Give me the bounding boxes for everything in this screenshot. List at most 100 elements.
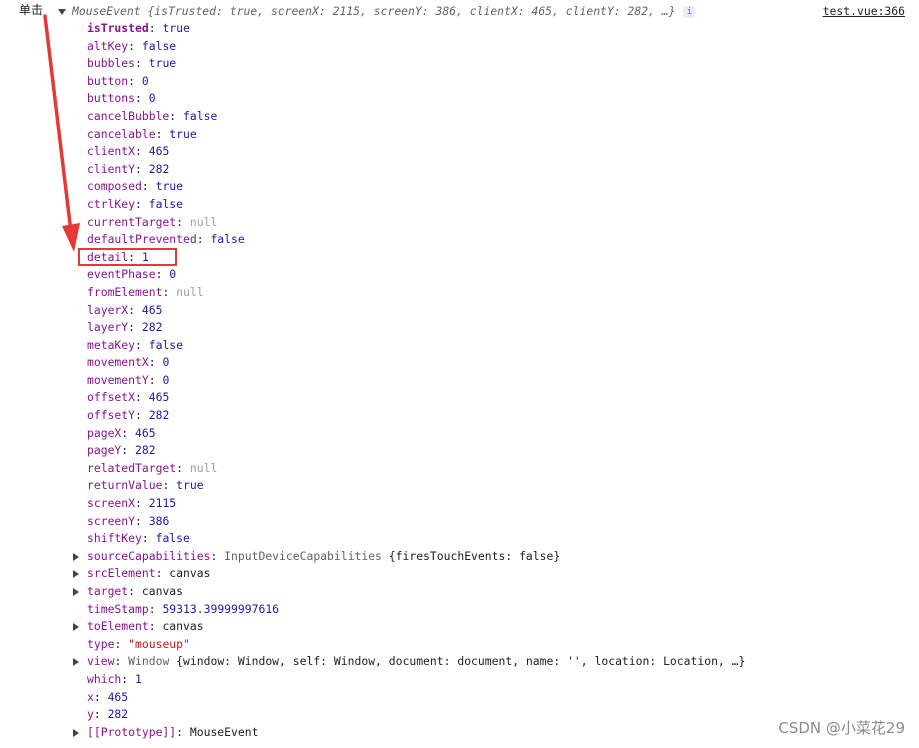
key-value-separator: : [148, 619, 163, 634]
key-value-separator: : [135, 56, 149, 71]
property-row-which: which: 1 [72, 671, 745, 689]
property-key: defaultPrevented [87, 232, 197, 247]
property-key: which [87, 671, 122, 686]
expand-triangle-icon[interactable] [73, 728, 79, 737]
property-value: 465 [148, 144, 170, 159]
key-value-separator: : [148, 372, 163, 387]
property-key: sourceCapabilities [87, 548, 211, 563]
property-key: movementX [87, 355, 149, 370]
property-value: canvas [141, 584, 184, 598]
property-key: ctrlKey [87, 196, 136, 211]
property-key: altKey [87, 38, 129, 53]
property-value: 465 [135, 425, 156, 440]
property-row-sourcecapabilities[interactable]: sourceCapabilities: InputDeviceCapabilit… [72, 548, 745, 566]
key-value-separator: : [93, 689, 108, 704]
property-value: {window: Window, self: Window, document:… [176, 654, 746, 669]
property-value: 465 [148, 390, 170, 405]
key-value-separator: : [114, 636, 129, 651]
key-value-separator: : [135, 408, 149, 423]
property-key: clientX [87, 144, 136, 159]
source-location-link[interactable]: test.vue:366 [823, 3, 905, 19]
key-value-separator: : [210, 548, 225, 563]
key-value-separator: : [121, 671, 136, 686]
property-key: currentTarget [87, 214, 177, 229]
key-value-separator: : [135, 91, 149, 106]
expand-triangle-icon[interactable] [73, 552, 79, 561]
property-row-prototype[interactable]: [[Prototype]]: MouseEvent [72, 724, 745, 742]
property-value: true [169, 126, 197, 141]
property-value: canvas [162, 619, 204, 634]
key-value-separator: : [155, 566, 170, 581]
property-key: pageX [87, 425, 122, 440]
property-key: screenX [87, 496, 136, 511]
info-icon[interactable]: i [683, 5, 696, 18]
property-row-clientx: clientX: 465 [72, 143, 745, 161]
property-value: 282 [135, 443, 156, 458]
property-value: canvas [169, 566, 211, 581]
arrow-shaft [43, 14, 73, 234]
property-row-fromelement: fromElement: null [72, 284, 745, 302]
property-row-returnvalue: returnValue: true [72, 477, 745, 495]
property-row-srcelement[interactable]: srcElement: canvas [72, 565, 745, 583]
key-value-separator: : [128, 38, 142, 53]
property-key: srcElement [87, 566, 156, 581]
event-summary-preview: {isTrusted: true, screenX: 2115, screenY… [147, 4, 676, 18]
property-key: movementY [87, 372, 149, 387]
property-value: false [210, 232, 245, 247]
property-key: bubbles [87, 56, 136, 71]
property-value: 0 [169, 267, 177, 282]
property-value: 0 [162, 355, 170, 370]
property-value: true [148, 56, 177, 71]
property-row-toelement[interactable]: toElement: canvas [72, 618, 745, 636]
expand-triangle-icon[interactable] [73, 570, 79, 579]
property-row-target[interactable]: target: canvas [72, 583, 745, 601]
property-key: isTrusted [87, 21, 149, 35]
key-value-separator: : [135, 496, 149, 511]
property-value: true [155, 179, 184, 194]
property-key: offsetX [87, 390, 136, 405]
key-value-separator: : [128, 320, 142, 335]
property-key: layerY [87, 320, 129, 335]
property-key: button [87, 73, 129, 88]
event-summary-header[interactable]: MouseEvent {isTrusted: true, screenX: 21… [58, 3, 696, 19]
key-value-separator: : [162, 284, 177, 299]
property-value: false [155, 531, 190, 546]
property-row-relatedtarget: relatedTarget: null [72, 460, 745, 478]
property-value: 1 [135, 671, 142, 686]
key-value-separator: : [141, 179, 156, 194]
property-row-altkey: altKey: false [72, 38, 745, 56]
property-key: layerX [87, 302, 129, 317]
property-key: cancelBubble [87, 108, 170, 123]
property-value: true [176, 478, 204, 493]
property-value: "mouseup" [128, 636, 190, 651]
key-value-separator: : [135, 161, 149, 176]
key-value-separator: : [93, 707, 108, 722]
expand-triangle-icon[interactable] [73, 588, 79, 596]
key-value-separator: : [196, 232, 211, 247]
detail-highlight-box [78, 248, 177, 266]
property-list: isTrusted: true altKey: false bubbles: tru… [72, 20, 745, 741]
property-row-y: y: 282 [72, 706, 745, 724]
property-key: [[Prototype]] [87, 724, 177, 739]
collapse-triangle-icon[interactable] [58, 8, 66, 15]
property-key: offsetY [87, 408, 136, 423]
property-row-view[interactable]: view: Window {window: Window, self: Wind… [72, 653, 745, 671]
property-row-ctrlkey: ctrlKey: false [72, 196, 745, 214]
property-value: 0 [148, 91, 156, 106]
property-row-eventphase: eventPhase: 0 [72, 266, 745, 284]
expand-triangle-icon[interactable] [73, 658, 79, 667]
property-value: 386 [148, 513, 170, 528]
property-row-istrusted: isTrusted: true [72, 20, 745, 38]
property-value: false [148, 337, 184, 352]
key-value-separator: : [121, 443, 136, 458]
property-key: type [87, 636, 115, 651]
property-key: pageY [87, 443, 122, 458]
expand-triangle-icon[interactable] [73, 623, 79, 632]
key-value-separator: : [128, 302, 142, 317]
key-value-separator: : [135, 390, 149, 405]
property-row-layerx: layerX: 465 [72, 302, 745, 320]
property-row-shiftkey: shiftKey: false [72, 530, 745, 548]
key-value-separator: : [169, 108, 184, 123]
property-row-cancelable: cancelable: true [72, 126, 745, 144]
